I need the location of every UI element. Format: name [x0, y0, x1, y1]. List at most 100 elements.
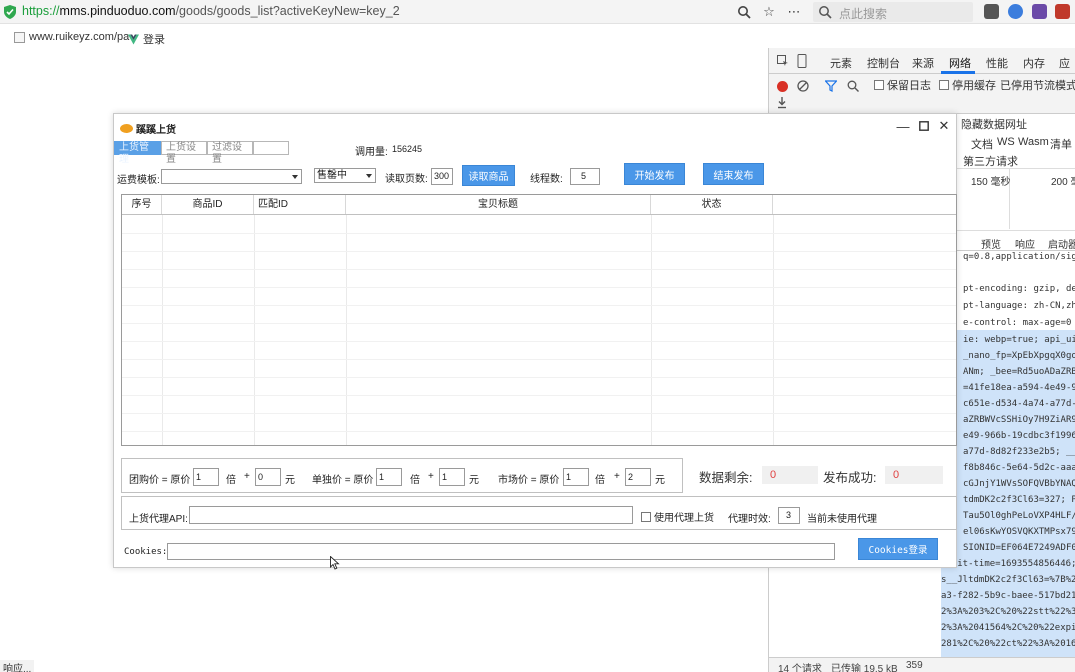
pages-input[interactable]: 300	[431, 168, 453, 185]
read-goods-button[interactable]: 读取商品	[462, 165, 515, 186]
filter-type-wasm[interactable]: Wasm	[1018, 136, 1049, 148]
extension-icon[interactable]	[1055, 4, 1070, 19]
tab-filter-settings[interactable]: 过滤设置	[207, 141, 253, 165]
header-line: e49-966b-19cdbc3f1996;	[963, 431, 1075, 441]
market-price-multiplier[interactable]: 1	[563, 468, 589, 486]
single-price-multiplier[interactable]: 1	[376, 468, 402, 486]
mouse-cursor-icon	[330, 556, 340, 570]
table-row	[122, 431, 956, 432]
column-header-title[interactable]: 宝贝标题	[346, 195, 651, 214]
bookmark-item[interactable]: www.ruikeyz.com/pa	[14, 31, 129, 43]
shipping-template-select[interactable]	[161, 169, 302, 184]
column-header-match-id[interactable]: 匹配ID	[254, 195, 346, 214]
header-line: cGJnjY1WVsSOFQVBbYNAQs	[963, 479, 1075, 489]
proxy-timeout-input[interactable]: 3	[778, 507, 800, 524]
throttle-select[interactable]: 已停用节流模式	[1000, 77, 1075, 93]
devtools-tab-memory[interactable]: 内存	[1023, 55, 1045, 71]
browser-logo-icon[interactable]	[1008, 4, 1023, 19]
disable-cache-checkbox[interactable]: 停用缓存	[939, 77, 996, 93]
devtools-tabs: 元素 控制台 来源 网络 性能 内存 应用	[769, 48, 1075, 86]
search-box[interactable]: 点此搜索	[813, 2, 973, 22]
table-row	[122, 323, 956, 324]
column-header-index[interactable]: 序号	[122, 195, 162, 214]
start-publish-button[interactable]: 开始发布	[624, 163, 685, 185]
preserve-log-checkbox[interactable]: 保留日志	[874, 77, 931, 93]
address-bar[interactable]: https://mms.pinduoduo.com/goods/goods_li…	[22, 4, 400, 18]
cookies-input[interactable]	[167, 543, 835, 560]
tab-empty[interactable]	[253, 141, 289, 155]
stop-publish-button[interactable]: 结束发布	[703, 163, 764, 185]
header-line: aZRBWVcSSHiOy7H9ZiAR9Ja	[963, 415, 1075, 425]
extension-icon[interactable]	[1032, 4, 1047, 19]
shield-icon	[4, 5, 16, 19]
header-line: SIONID=EF064E7249ADF0C5	[963, 543, 1075, 553]
publish-success-value: 0	[885, 466, 943, 484]
divider	[941, 168, 1075, 169]
group-price-addend[interactable]: 0	[255, 468, 281, 486]
disable-cache-label: 停用缓存	[952, 80, 996, 92]
header-line: pt-language: zh-CN,zh;q=	[963, 301, 1075, 311]
record-icon[interactable]	[777, 81, 788, 92]
single-price-addend[interactable]: 1	[439, 468, 465, 486]
table-row	[122, 395, 956, 396]
column-header-goods-id[interactable]: 商品ID	[162, 195, 254, 214]
app-logo-icon	[120, 124, 133, 133]
header-line: tdmDK2c2f3Cl63=327; PAS	[963, 495, 1075, 505]
market-price-addend[interactable]: 2	[625, 468, 651, 486]
inspect-icon[interactable]	[777, 55, 789, 67]
third-party-requests-label[interactable]: 第三方请求	[963, 153, 1018, 169]
header-line: c651e-d534-4a74-a77d-8c	[963, 399, 1075, 409]
zoom-icon[interactable]	[735, 3, 753, 21]
goods-table[interactable]: 序号 商品ID 匹配ID 宝贝标题 状态	[121, 194, 957, 446]
filter-type-ws[interactable]: WS	[997, 136, 1015, 148]
header-line: 2%3A%2041564%2C%20%22expire	[941, 623, 1075, 633]
proxy-api-input[interactable]	[189, 506, 633, 524]
tab-upload-settings[interactable]: 上货设置	[161, 141, 207, 165]
table-row	[122, 305, 956, 306]
request-count: 14 个请求	[778, 664, 822, 672]
header-line: 281%2C%20%22ct%22%3A%201693	[941, 639, 1075, 649]
bookmark-item[interactable]: 登录	[128, 31, 165, 47]
devtools-tab-performance[interactable]: 性能	[986, 55, 1008, 71]
hide-data-urls-label[interactable]: 隐藏数据网址	[961, 116, 1027, 132]
maximize-icon[interactable]	[916, 118, 932, 134]
devtools-tab-sources[interactable]: 来源	[912, 55, 934, 71]
extension-icon[interactable]	[984, 4, 999, 19]
url-domain: mms.pinduoduo.com	[59, 4, 176, 18]
use-proxy-label: 使用代理上货	[654, 513, 714, 524]
star-icon[interactable]: ☆	[760, 3, 778, 21]
search-icon[interactable]	[847, 80, 859, 92]
data-remaining-label: 数据剩余:	[699, 471, 753, 485]
filter-icon[interactable]	[825, 80, 837, 92]
single-price-label: 单独价 = 原价	[312, 475, 374, 486]
detail-tab-preview[interactable]: 预览	[981, 236, 1001, 251]
close-icon[interactable]: ✕	[936, 118, 952, 134]
use-proxy-checkbox[interactable]: 使用代理上货	[641, 509, 714, 524]
devtools-tab-console[interactable]: 控制台	[867, 55, 900, 71]
detail-tab-response[interactable]: 响应	[1015, 236, 1035, 251]
devtools-tab-network[interactable]: 网络	[949, 55, 971, 71]
table-row	[122, 287, 956, 288]
header-line: s__JltdmDK2c2f3Cl63=%7B%22s	[941, 575, 1075, 585]
header-line: ANm; _bee=Rd5uoADaZRBWV	[963, 367, 1075, 377]
cookies-login-button[interactable]: Cookies登录	[858, 538, 938, 560]
tab-upload-management[interactable]: 上货管理	[114, 141, 161, 165]
clear-icon[interactable]	[797, 80, 809, 92]
filter-type-doc[interactable]: 文档	[971, 136, 993, 152]
device-toolbar-icon[interactable]	[796, 54, 808, 68]
devtools-tab-elements[interactable]: 元素	[830, 55, 852, 71]
more-icon[interactable]: ⋯	[785, 3, 803, 21]
filter-type-manifest[interactable]: 清单	[1050, 136, 1072, 152]
proxy-status-text: 当前未使用代理	[807, 514, 877, 525]
minimize-icon[interactable]: —	[895, 118, 911, 134]
detail-tab-initiator[interactable]: 启动器	[1048, 236, 1075, 251]
threads-input[interactable]: 5	[570, 168, 600, 185]
header-line: 2%3A%203%2C%20%22stt%22%3A%	[941, 607, 1075, 617]
download-icon[interactable]	[777, 97, 787, 109]
status-select[interactable]: 售罄中	[314, 168, 376, 183]
column-header-status[interactable]: 状态	[651, 195, 773, 214]
divider	[941, 230, 1075, 231]
group-price-multiplier[interactable]: 1	[193, 468, 219, 486]
call-count-label: 调用量:	[355, 147, 388, 158]
url-scheme: https://	[22, 4, 60, 18]
